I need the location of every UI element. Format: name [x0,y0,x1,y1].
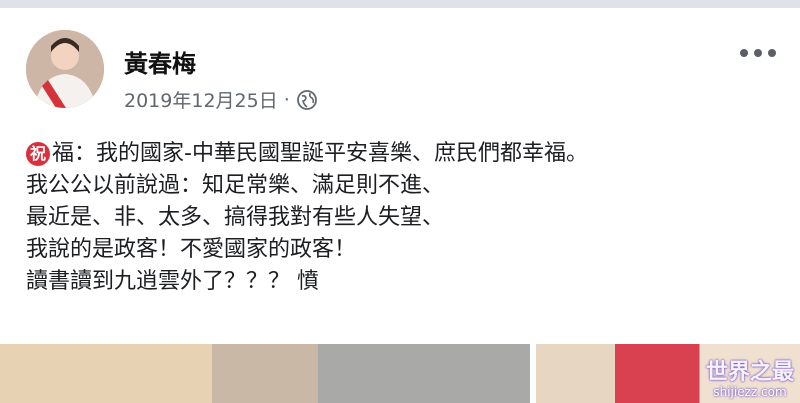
post-line: 我說的是政客！不愛國家的政客！ [26,237,357,262]
globe-icon[interactable] [296,89,318,111]
meta-separator: · [283,88,290,111]
more-options-icon[interactable] [740,46,776,60]
post-meta: 2019年12月25日 · [124,86,318,113]
post-line: 我公公以前說過：知足常樂、滿足則不進、 [26,173,445,198]
watermark-title: 世界之最 [705,360,794,385]
blessing-icon: 祝 [26,142,50,166]
more-dot [754,49,762,57]
post-photo-1[interactable] [0,344,530,403]
top-bar [0,0,800,8]
post-line: 最近是、非、太多、搞得我對有些人失望、 [26,205,445,230]
author-name[interactable]: 黃春梅 [124,44,196,79]
avatar[interactable] [26,30,104,108]
post-photos: 世界之最 shijiezz.com [0,344,800,403]
more-dot [768,49,776,57]
avatar-photo [26,30,104,108]
post-line-text: 福：我的國家-中華民國聖誕平安喜樂、庶民們都幸福。 [52,141,588,166]
post-text: 祝福：我的國家-中華民國聖誕平安喜樂、庶民們都幸福。 我公公以前說過：知足常樂、… [26,138,786,298]
post-date[interactable]: 2019年12月25日 [124,86,278,113]
post-line: 祝福：我的國家-中華民國聖誕平安喜樂、庶民們都幸福。 [26,138,786,170]
post-line: 讀書讀到九逍雲外了？？？ 憤 [26,269,319,294]
watermark-url: shijiezz.com [713,385,787,399]
watermark: 世界之最 shijiezz.com [705,360,794,400]
more-dot [740,49,748,57]
